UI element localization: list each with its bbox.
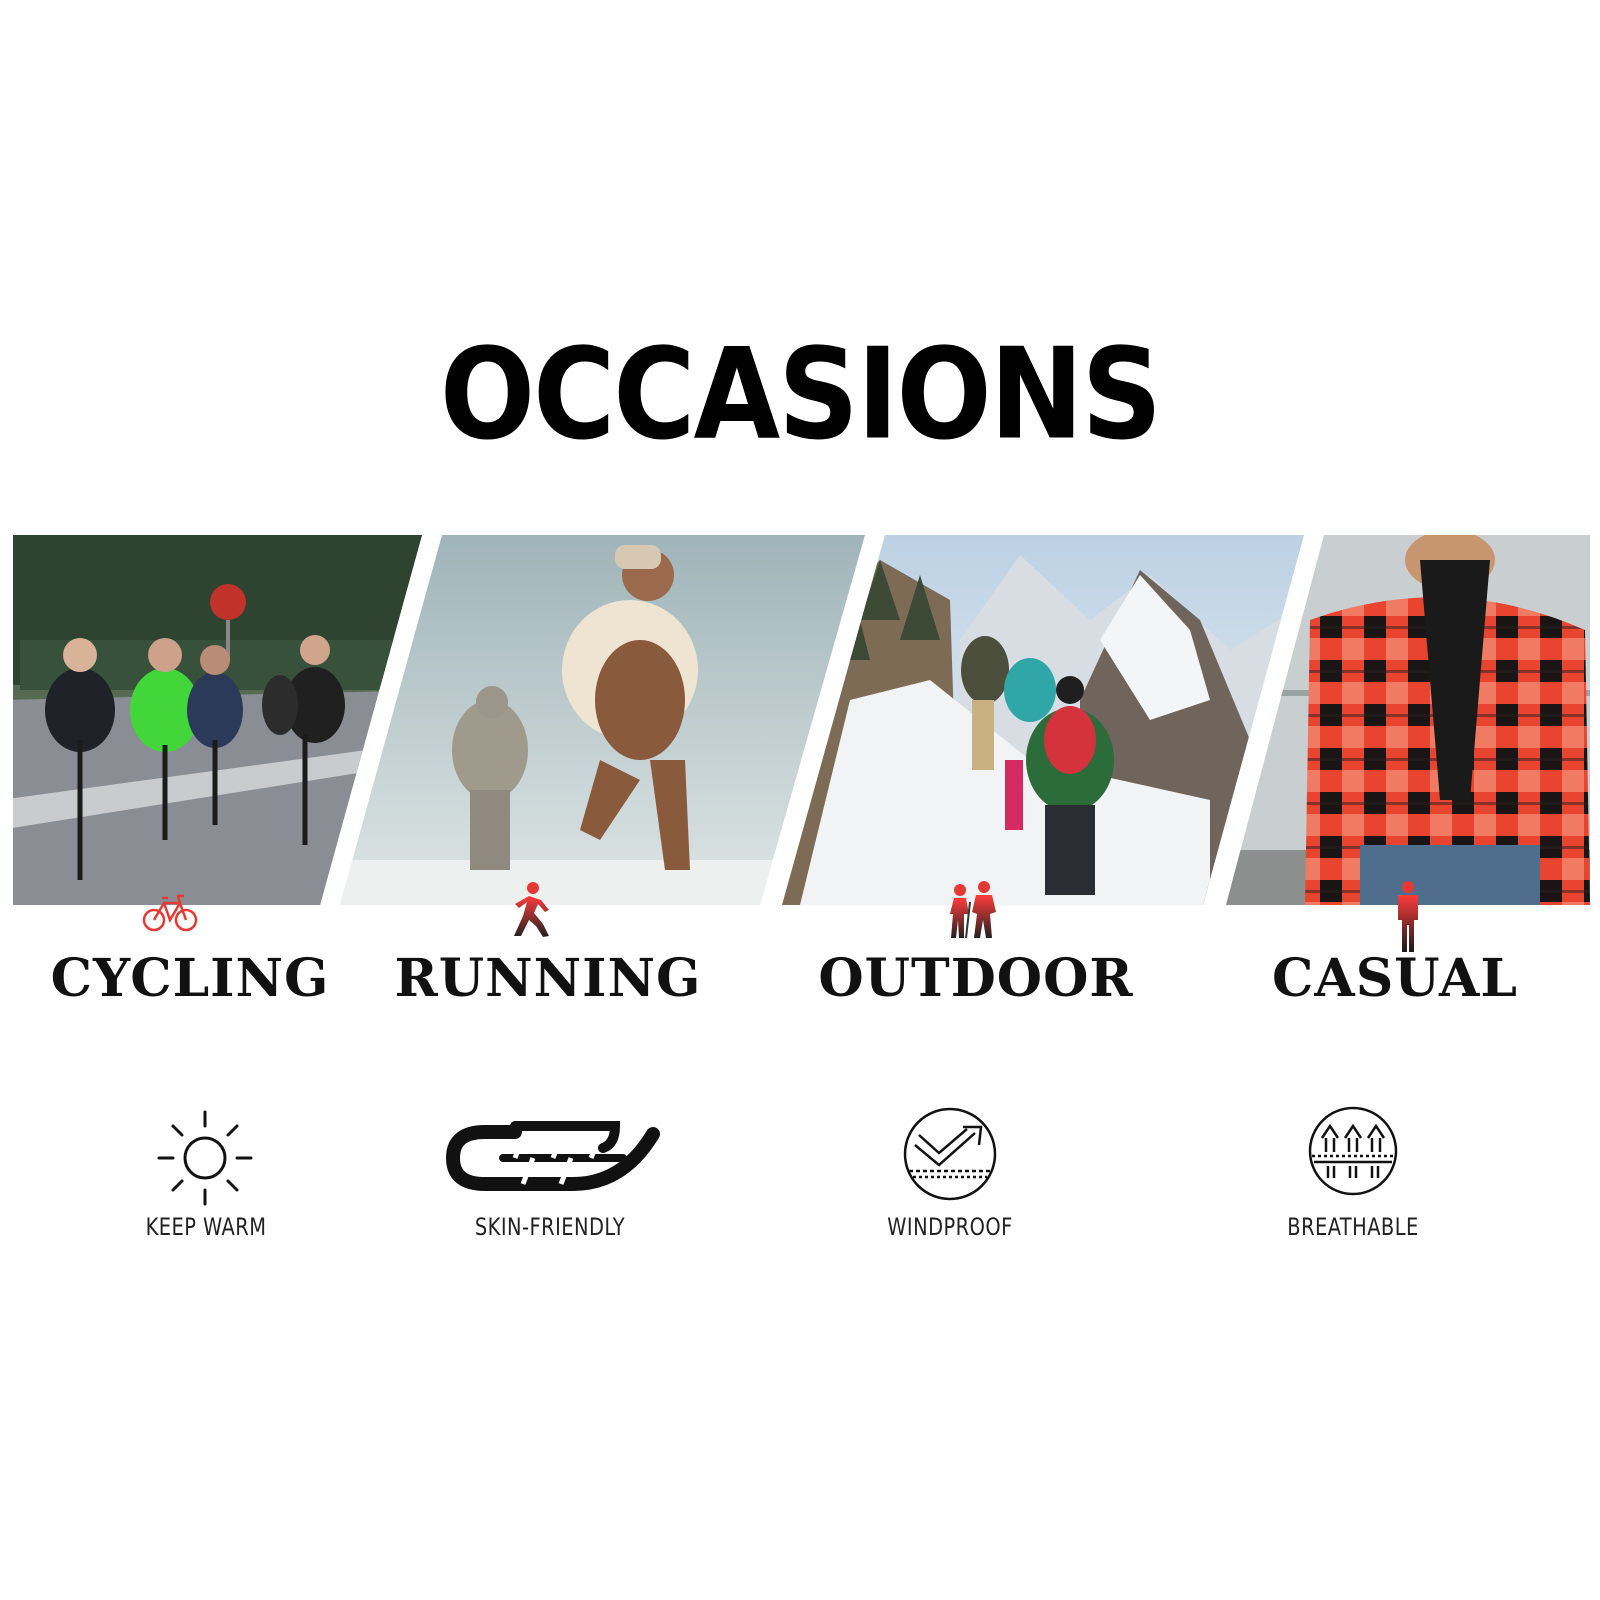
running-photo [340, 535, 865, 905]
outdoor-photo [782, 535, 1304, 905]
hikers-icon [950, 881, 996, 939]
occasion-label-outdoor: OUTDOOR [818, 948, 1134, 1009]
wind-arrow-icon [903, 1107, 997, 1201]
occasion-label-running: RUNNING [394, 948, 702, 1009]
standing-person-icon [1398, 881, 1418, 952]
breathable-arrows-icon [1308, 1106, 1398, 1196]
runner-icon [514, 882, 549, 937]
occasion-label-cycling: CYCLING [50, 948, 330, 1009]
feature-label-skin-friendly: SKIN-FRIENDLY [474, 1213, 626, 1241]
feather-icon [445, 1121, 660, 1191]
sun-icon [157, 1110, 253, 1206]
bicycle-icon [142, 894, 198, 932]
feature-label-keep-warm: KEEP WARM [145, 1213, 267, 1241]
occasion-photo-strip [13, 535, 1590, 905]
feature-label-breathable: BREATHABLE [1287, 1213, 1419, 1241]
occasion-label-casual: CASUAL [1272, 948, 1518, 1009]
feature-label-windproof: WINDPROOF [887, 1213, 1013, 1241]
